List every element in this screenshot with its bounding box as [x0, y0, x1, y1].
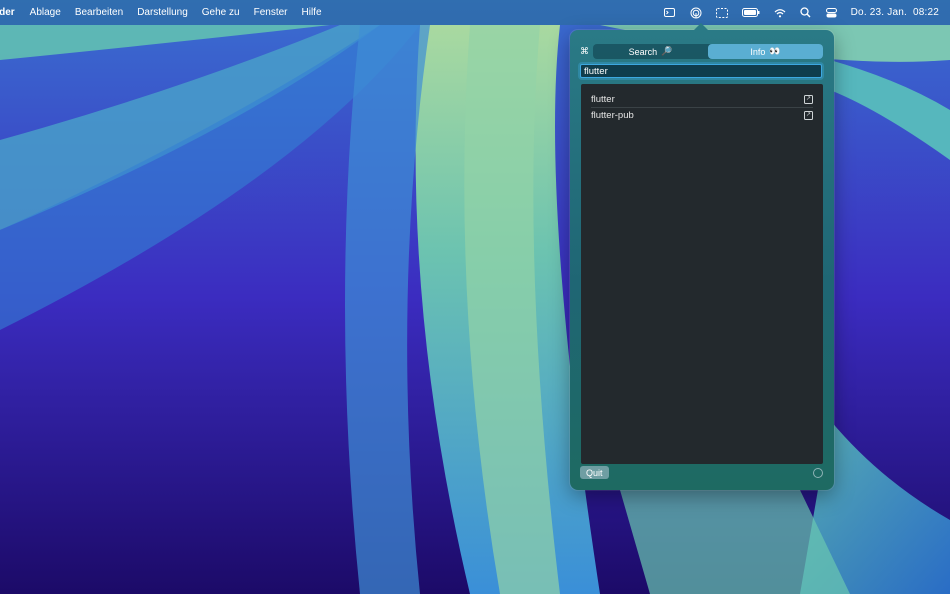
tab-info-label: Info — [750, 46, 766, 57]
mode-segmented-control: Search 🔎 Info 👀 — [593, 44, 823, 59]
eyes-icon: 👀 — [769, 46, 781, 56]
menu-fenster[interactable]: Fenster — [247, 7, 295, 18]
tab-search[interactable]: Search 🔎 — [593, 44, 708, 59]
list-item[interactable]: flutter-pub ↗ — [591, 107, 813, 123]
list-item-label: flutter-pub — [591, 109, 634, 121]
menubar-date: Do. 23. Jan. — [850, 7, 907, 18]
menu-darstellung[interactable]: Darstellung — [130, 7, 195, 18]
app-menu-finder[interactable]: nder — [0, 7, 23, 18]
quit-button[interactable]: Quit — [580, 466, 609, 479]
menu-bearbeiten[interactable]: Bearbeiten — [68, 7, 130, 18]
popover-arrow — [694, 23, 708, 30]
tab-search-label: Search — [628, 46, 658, 57]
list-item-label: flutter — [591, 93, 615, 105]
results-list[interactable]: flutter ↗ flutter-pub ↗ — [581, 84, 823, 464]
menu-bar-popover: ⌘ Search 🔎 Info 👀 flutter ↗ flutter-pub … — [570, 23, 834, 490]
wifi-icon[interactable] — [774, 7, 786, 19]
list-item[interactable]: flutter ↗ — [591, 91, 813, 108]
magnifier-icon: 🔎 — [661, 46, 673, 56]
open-external-icon[interactable]: ↗ — [804, 110, 813, 120]
menubar-time: 08:22 — [912, 7, 939, 18]
settings-icon[interactable] — [813, 468, 823, 478]
terminal-icon[interactable] — [664, 7, 676, 19]
tab-info[interactable]: Info 👀 — [708, 44, 823, 59]
control-center-icon[interactable] — [826, 7, 838, 19]
airdrop-icon[interactable] — [690, 7, 702, 19]
battery-icon[interactable] — [741, 7, 760, 19]
menu-hilfe[interactable]: Hilfe — [295, 7, 329, 18]
command-key-icon: ⌘ — [580, 46, 589, 56]
search-icon[interactable] — [800, 7, 812, 19]
menu-bar: nder Ablage Bearbeiten Darstellung Gehe … — [0, 0, 950, 25]
menubar-clock[interactable]: Do. 23. Jan. 08:22 — [851, 7, 939, 18]
open-external-icon[interactable]: ↗ — [804, 94, 813, 104]
menu-ablage[interactable]: Ablage — [23, 7, 68, 18]
screen-icon[interactable] — [715, 7, 728, 19]
menu-gehe-zu[interactable]: Gehe zu — [195, 7, 247, 18]
search-input[interactable] — [580, 64, 822, 78]
